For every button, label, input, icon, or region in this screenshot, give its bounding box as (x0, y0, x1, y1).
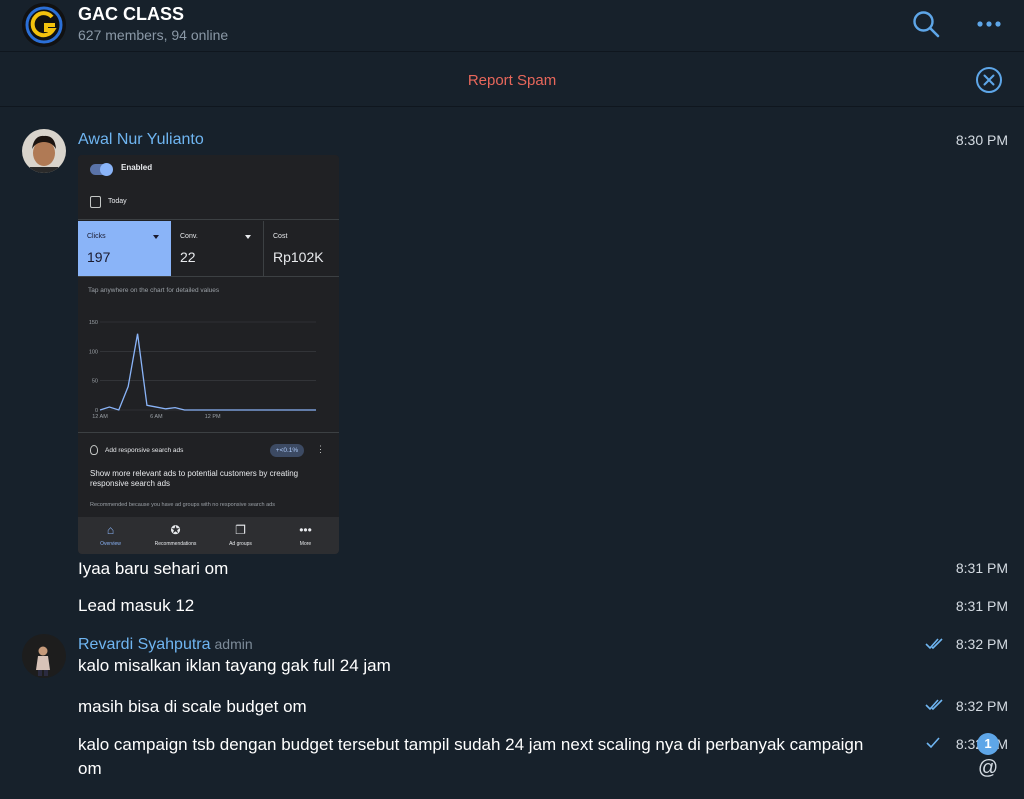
message-text[interactable]: kalo misalkan iklan tayang gak full 24 j… (78, 654, 391, 678)
recommendation-note: Recommended because you have ad groups w… (90, 502, 275, 508)
y-tick-label: 50 (92, 379, 98, 385)
unread-badge[interactable]: 1 (977, 733, 999, 755)
screenshot-image[interactable]: Enabled Today Clicks 197 Conv. 22 Cost R… (78, 155, 339, 554)
x-tick-label: 6 AM (150, 414, 163, 420)
divider (78, 276, 339, 277)
nav-ad-groups: ❐ Ad groups (208, 517, 273, 554)
report-spam-button[interactable]: Report Spam (0, 72, 1024, 89)
message-text[interactable]: masih bisa di scale budget om (78, 695, 307, 719)
caret-down-icon (153, 235, 159, 239)
nav-more: ••• More (273, 517, 338, 554)
avatar[interactable] (22, 129, 66, 173)
image-topbar: Enabled (78, 155, 339, 183)
nav-label: Overview (100, 541, 121, 547)
y-tick-label: 100 (89, 349, 98, 355)
close-circle-icon[interactable] (975, 66, 1003, 94)
lightbulb-icon (90, 445, 98, 455)
chat-title[interactable]: GAC CLASS (78, 4, 184, 25)
more-icon: ••• (299, 523, 312, 537)
message-time: 8:30 PM (955, 132, 1008, 148)
toggle-label: Enabled (121, 163, 153, 172)
y-tick-label: 150 (89, 320, 98, 326)
metric-conversions: Conv. 22 (171, 221, 264, 276)
ad-groups-icon: ❐ (235, 523, 246, 537)
message-time: 8:32 PM (955, 636, 1008, 652)
member-count: 627 members, 94 online (78, 27, 229, 43)
message-text[interactable]: Lead masuk 12 (78, 594, 194, 618)
metric-cost: Cost Rp102K (264, 221, 339, 276)
x-tick-label: 12 AM (92, 414, 108, 420)
nav-label: Recommendations (154, 541, 197, 547)
message-time: 8:31 PM (955, 598, 1008, 614)
metric-value: Rp102K (273, 249, 324, 265)
chart-hint: Tap anywhere on the chart for detailed v… (88, 287, 220, 294)
avatar[interactable] (22, 634, 66, 678)
date-label: Today (108, 198, 127, 205)
clicks-line-chart: 05010015012 AM 6 AM 12 PM (89, 320, 316, 420)
metric-value: 197 (87, 249, 111, 265)
metric-value: 22 (180, 249, 196, 265)
sender-name[interactable]: Revardi Syahputra admin (78, 636, 253, 654)
search-icon[interactable] (911, 9, 941, 39)
more-horizontal-icon[interactable] (974, 10, 1004, 38)
message-time: 8:31 PM (955, 560, 1008, 576)
sender-name-text[interactable]: Revardi Syahputra (78, 636, 211, 653)
caret-down-icon (245, 235, 251, 239)
date-row: Today (78, 189, 339, 217)
recommendation-title: Add responsive search ads (105, 447, 184, 454)
enabled-toggle (90, 163, 113, 176)
x-tick-label: 12 PM (205, 414, 221, 420)
report-spam-bar: Report Spam (0, 53, 1024, 107)
message-time: 8:32 PM (955, 698, 1008, 714)
message-list[interactable]: Awal Nur Yulianto 8:30 PM Enabled Today … (0, 107, 1024, 799)
home-icon: ⌂ (106, 523, 115, 537)
sender-name[interactable]: Awal Nur Yulianto (78, 131, 204, 149)
metric-label: Conv. (180, 233, 198, 240)
metric-clicks: Clicks 197 (78, 221, 171, 276)
metric-label: Clicks (87, 233, 106, 240)
chat-header: GAC CLASS 627 members, 94 online (0, 0, 1024, 52)
metric-label: Cost (273, 233, 288, 240)
mention-icon[interactable]: @ (976, 757, 1000, 781)
nav-recommendations: ✪ Recommendations (143, 517, 208, 554)
nav-overview: ⌂ Overview (78, 517, 143, 554)
message-text[interactable]: Iyaa baru sehari om (78, 557, 228, 581)
lightbulb-icon: ✪ (170, 523, 181, 537)
gac-logo-icon[interactable] (22, 3, 66, 47)
nav-label: Ad groups (229, 541, 252, 547)
series-line (99, 333, 316, 411)
recommendation-badge: +<0.1% (270, 444, 304, 457)
divider (78, 219, 339, 220)
admin-tag: admin (214, 636, 253, 652)
bottom-nav: ⌂ Overview ✪ Recommendations ❐ Ad groups… (78, 517, 339, 554)
more-vertical-icon: ⋮ (316, 444, 325, 454)
calendar-icon (90, 196, 101, 208)
nav-label: More (299, 541, 312, 547)
divider (78, 432, 339, 433)
recommendation-body: Show more relevant ads to potential cust… (90, 469, 299, 488)
message-text[interactable]: kalo campaign tsb dengan budget tersebut… (78, 733, 888, 781)
